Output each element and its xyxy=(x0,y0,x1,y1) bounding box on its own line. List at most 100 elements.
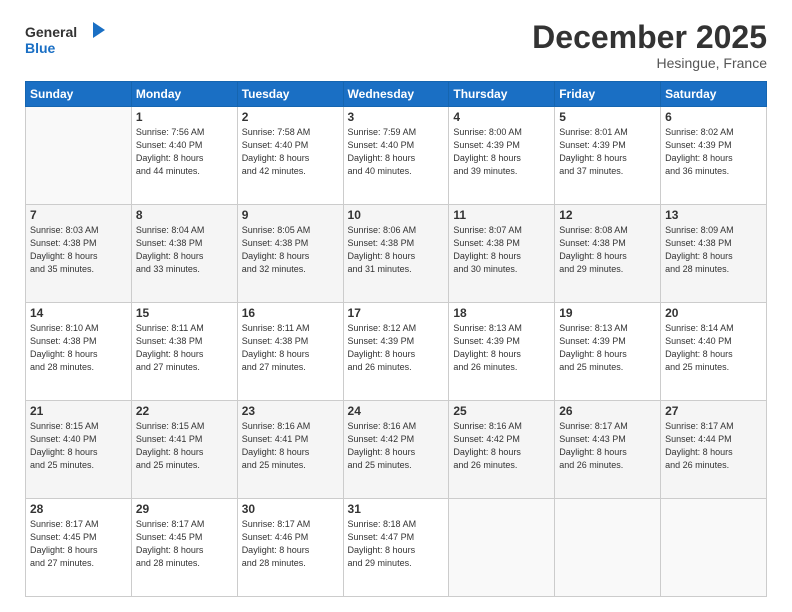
day-number: 16 xyxy=(242,306,339,320)
day-info: Sunrise: 8:17 AM Sunset: 4:45 PM Dayligh… xyxy=(30,518,127,570)
day-number: 4 xyxy=(453,110,550,124)
table-row: 28 Sunrise: 8:17 AM Sunset: 4:45 PM Dayli… xyxy=(26,499,132,597)
table-row: 9 Sunrise: 8:05 AM Sunset: 4:38 PM Daylig… xyxy=(237,205,343,303)
day-info: Sunrise: 8:13 AM Sunset: 4:39 PM Dayligh… xyxy=(453,322,550,374)
day-info: Sunrise: 8:17 AM Sunset: 4:44 PM Dayligh… xyxy=(665,420,762,472)
day-number: 21 xyxy=(30,404,127,418)
day-number: 7 xyxy=(30,208,127,222)
title-block: December 2025 Hesingue, France xyxy=(532,20,767,71)
day-info: Sunrise: 8:08 AM Sunset: 4:38 PM Dayligh… xyxy=(559,224,656,276)
header: General Blue December 2025 Hesingue, Fra… xyxy=(25,20,767,71)
table-row: 29 Sunrise: 8:17 AM Sunset: 4:45 PM Dayli… xyxy=(131,499,237,597)
day-info: Sunrise: 8:05 AM Sunset: 4:38 PM Dayligh… xyxy=(242,224,339,276)
table-row: 3 Sunrise: 7:59 AM Sunset: 4:40 PM Daylig… xyxy=(343,107,449,205)
day-number: 26 xyxy=(559,404,656,418)
col-monday: Monday xyxy=(131,82,237,107)
calendar-week-row: 28 Sunrise: 8:17 AM Sunset: 4:45 PM Dayli… xyxy=(26,499,767,597)
table-row: 10 Sunrise: 8:06 AM Sunset: 4:38 PM Dayli… xyxy=(343,205,449,303)
day-info: Sunrise: 8:12 AM Sunset: 4:39 PM Dayligh… xyxy=(348,322,445,374)
table-row: 16 Sunrise: 8:11 AM Sunset: 4:38 PM Dayli… xyxy=(237,303,343,401)
table-row: 19 Sunrise: 8:13 AM Sunset: 4:39 PM Dayli… xyxy=(555,303,661,401)
day-info: Sunrise: 8:17 AM Sunset: 4:45 PM Dayligh… xyxy=(136,518,233,570)
table-row: 11Sunrise: 8:07 AM Sunset: 4:38 PM Dayli… xyxy=(449,205,555,303)
day-number: 9 xyxy=(242,208,339,222)
day-number: 10 xyxy=(348,208,445,222)
day-info: Sunrise: 8:09 AM Sunset: 4:38 PM Dayligh… xyxy=(665,224,762,276)
table-row xyxy=(555,499,661,597)
calendar-table: Sunday Monday Tuesday Wednesday Thursday… xyxy=(25,81,767,597)
day-number: 20 xyxy=(665,306,762,320)
day-number: 3 xyxy=(348,110,445,124)
day-info: Sunrise: 7:59 AM Sunset: 4:40 PM Dayligh… xyxy=(348,126,445,178)
day-info: Sunrise: 8:18 AM Sunset: 4:47 PM Dayligh… xyxy=(348,518,445,570)
day-number: 15 xyxy=(136,306,233,320)
table-row: 27Sunrise: 8:17 AM Sunset: 4:44 PM Dayli… xyxy=(661,401,767,499)
day-info: Sunrise: 8:13 AM Sunset: 4:39 PM Dayligh… xyxy=(559,322,656,374)
day-number: 8 xyxy=(136,208,233,222)
table-row: 5 Sunrise: 8:01 AM Sunset: 4:39 PM Daylig… xyxy=(555,107,661,205)
day-number: 31 xyxy=(348,502,445,516)
table-row xyxy=(449,499,555,597)
table-row: 13 Sunrise: 8:09 AM Sunset: 4:38 PM Dayli… xyxy=(661,205,767,303)
svg-text:Blue: Blue xyxy=(25,40,56,56)
page: General Blue December 2025 Hesingue, Fra… xyxy=(0,0,792,612)
calendar-header-row: Sunday Monday Tuesday Wednesday Thursday… xyxy=(26,82,767,107)
day-number: 6 xyxy=(665,110,762,124)
calendar-week-row: 14Sunrise: 8:10 AM Sunset: 4:38 PM Dayli… xyxy=(26,303,767,401)
day-number: 12 xyxy=(559,208,656,222)
day-info: Sunrise: 7:56 AM Sunset: 4:40 PM Dayligh… xyxy=(136,126,233,178)
table-row: 6Sunrise: 8:02 AM Sunset: 4:39 PM Daylig… xyxy=(661,107,767,205)
day-number: 18 xyxy=(453,306,550,320)
table-row: 7 Sunrise: 8:03 AM Sunset: 4:38 PM Daylig… xyxy=(26,205,132,303)
logo-svg: General Blue xyxy=(25,20,115,60)
day-info: Sunrise: 8:06 AM Sunset: 4:38 PM Dayligh… xyxy=(348,224,445,276)
table-row xyxy=(26,107,132,205)
table-row: 23Sunrise: 8:16 AM Sunset: 4:41 PM Dayli… xyxy=(237,401,343,499)
day-info: Sunrise: 8:16 AM Sunset: 4:41 PM Dayligh… xyxy=(242,420,339,472)
col-thursday: Thursday xyxy=(449,82,555,107)
logo: General Blue xyxy=(25,20,115,65)
day-number: 11 xyxy=(453,208,550,222)
table-row: 8Sunrise: 8:04 AM Sunset: 4:38 PM Daylig… xyxy=(131,205,237,303)
table-row: 31 Sunrise: 8:18 AM Sunset: 4:47 PM Dayli… xyxy=(343,499,449,597)
day-number: 19 xyxy=(559,306,656,320)
day-number: 28 xyxy=(30,502,127,516)
table-row: 21Sunrise: 8:15 AM Sunset: 4:40 PM Dayli… xyxy=(26,401,132,499)
month-title: December 2025 xyxy=(532,20,767,55)
day-number: 29 xyxy=(136,502,233,516)
table-row: 15Sunrise: 8:11 AM Sunset: 4:38 PM Dayli… xyxy=(131,303,237,401)
day-number: 5 xyxy=(559,110,656,124)
table-row: 20Sunrise: 8:14 AM Sunset: 4:40 PM Dayli… xyxy=(661,303,767,401)
table-row xyxy=(661,499,767,597)
day-info: Sunrise: 8:16 AM Sunset: 4:42 PM Dayligh… xyxy=(453,420,550,472)
day-info: Sunrise: 8:10 AM Sunset: 4:38 PM Dayligh… xyxy=(30,322,127,374)
day-info: Sunrise: 8:00 AM Sunset: 4:39 PM Dayligh… xyxy=(453,126,550,178)
day-info: Sunrise: 8:15 AM Sunset: 4:41 PM Dayligh… xyxy=(136,420,233,472)
calendar-week-row: 1 Sunrise: 7:56 AM Sunset: 4:40 PM Daylig… xyxy=(26,107,767,205)
table-row: 14Sunrise: 8:10 AM Sunset: 4:38 PM Dayli… xyxy=(26,303,132,401)
col-tuesday: Tuesday xyxy=(237,82,343,107)
table-row: 2Sunrise: 7:58 AM Sunset: 4:40 PM Daylig… xyxy=(237,107,343,205)
day-info: Sunrise: 8:03 AM Sunset: 4:38 PM Dayligh… xyxy=(30,224,127,276)
day-number: 13 xyxy=(665,208,762,222)
table-row: 12 Sunrise: 8:08 AM Sunset: 4:38 PM Dayli… xyxy=(555,205,661,303)
day-number: 1 xyxy=(136,110,233,124)
day-info: Sunrise: 7:58 AM Sunset: 4:40 PM Dayligh… xyxy=(242,126,339,178)
table-row: 1 Sunrise: 7:56 AM Sunset: 4:40 PM Daylig… xyxy=(131,107,237,205)
table-row: 24Sunrise: 8:16 AM Sunset: 4:42 PM Dayli… xyxy=(343,401,449,499)
col-sunday: Sunday xyxy=(26,82,132,107)
day-number: 25 xyxy=(453,404,550,418)
day-number: 30 xyxy=(242,502,339,516)
col-friday: Friday xyxy=(555,82,661,107)
day-info: Sunrise: 8:01 AM Sunset: 4:39 PM Dayligh… xyxy=(559,126,656,178)
day-number: 24 xyxy=(348,404,445,418)
calendar-week-row: 21Sunrise: 8:15 AM Sunset: 4:40 PM Dayli… xyxy=(26,401,767,499)
day-info: Sunrise: 8:17 AM Sunset: 4:43 PM Dayligh… xyxy=(559,420,656,472)
day-number: 17 xyxy=(348,306,445,320)
day-info: Sunrise: 8:11 AM Sunset: 4:38 PM Dayligh… xyxy=(242,322,339,374)
col-saturday: Saturday xyxy=(661,82,767,107)
table-row: 30 Sunrise: 8:17 AM Sunset: 4:46 PM Dayli… xyxy=(237,499,343,597)
day-info: Sunrise: 8:17 AM Sunset: 4:46 PM Dayligh… xyxy=(242,518,339,570)
logo-block: General Blue xyxy=(25,20,115,65)
calendar-week-row: 7 Sunrise: 8:03 AM Sunset: 4:38 PM Daylig… xyxy=(26,205,767,303)
